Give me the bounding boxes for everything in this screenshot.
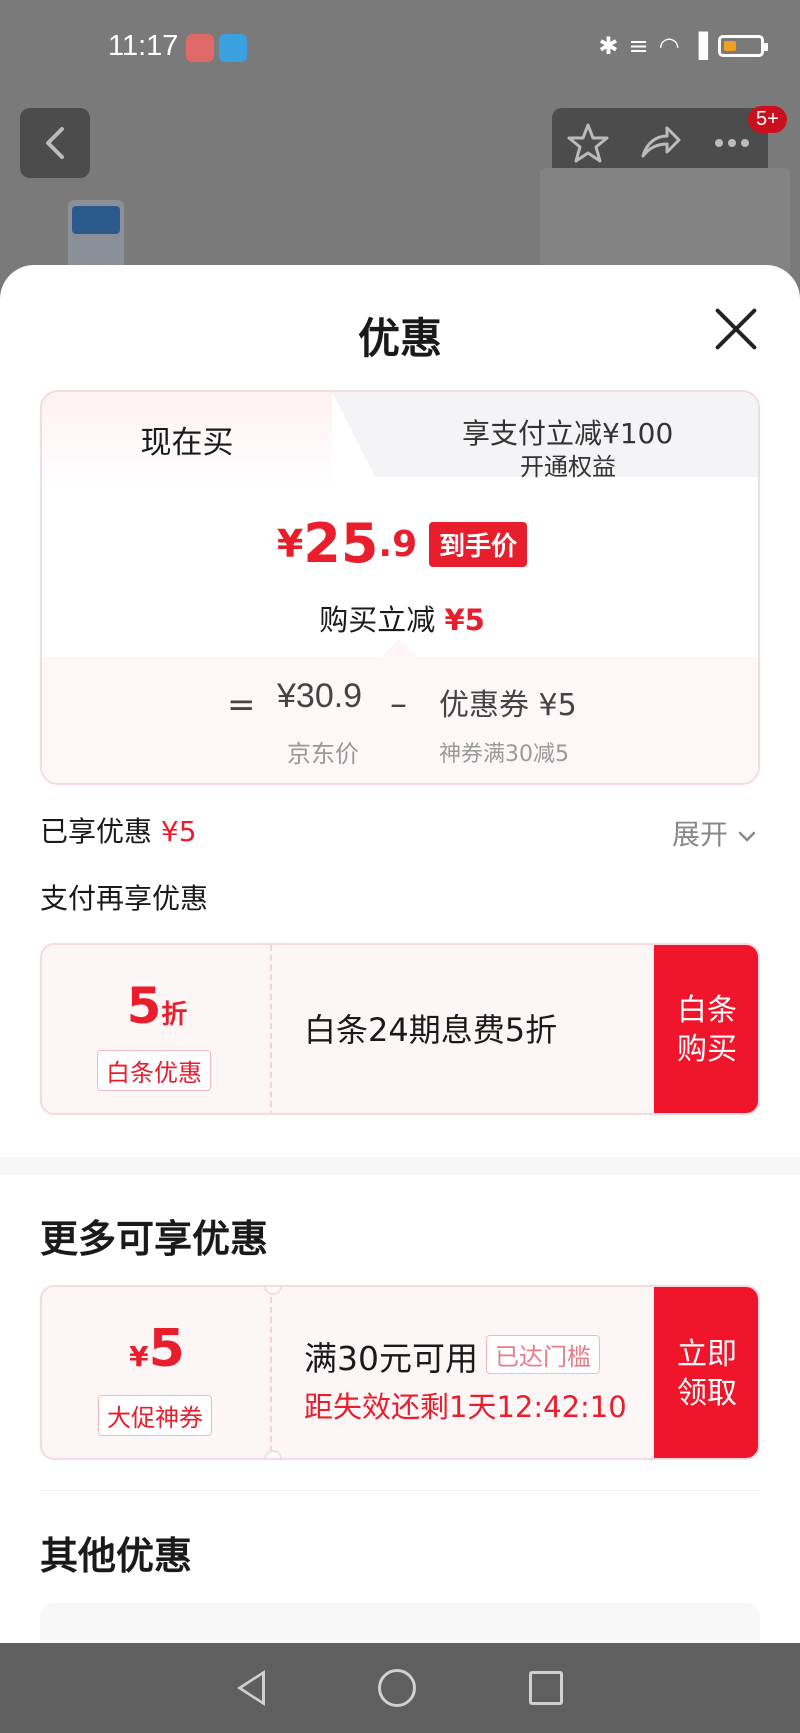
nav-back-icon[interactable]: [236, 1670, 265, 1706]
signal-icon: ▐: [689, 32, 708, 60]
nav-recent-icon[interactable]: [529, 1671, 564, 1705]
expand-label: 展开: [672, 818, 729, 851]
app-notification-icon: [186, 34, 214, 62]
threshold-met-badge: 已达门槛: [486, 1335, 600, 1374]
coupon-amount: ¥5: [42, 1319, 272, 1379]
baitiao-promo-card: 5折 白条优惠 白条24期息费5折 白条 购买: [40, 943, 760, 1115]
notification-badge: 5+: [748, 106, 787, 133]
equals-sign: =: [227, 685, 256, 725]
coupon-card: ¥5 大促神券 满30元可用 已达门槛 距失效还剩1天12:42:10 立即 领…: [40, 1285, 760, 1460]
price-decimal: .9: [378, 523, 418, 565]
coupon-description: 神券满30减5: [439, 742, 569, 767]
coupon-condition: 满30元可用: [304, 1339, 478, 1378]
promo-discount-unit: 折: [161, 1000, 188, 1030]
price-currency: ¥: [276, 522, 304, 566]
coupon-value: 5: [148, 1319, 185, 1379]
buy-discount: 购买立减 ¥5: [42, 597, 758, 639]
promo-discount-number: 5: [126, 977, 162, 1035]
back-button[interactable]: [20, 108, 90, 178]
tab-pay-subtitle: 开通权益: [520, 453, 616, 481]
nav-home-icon[interactable]: [377, 1669, 416, 1707]
claim-line1: 立即: [677, 1336, 737, 1372]
baitiao-buy-line1: 白条: [677, 993, 737, 1028]
vibrate-icon: ≡: [628, 32, 649, 60]
coupon-currency: ¥: [129, 1340, 149, 1373]
buy-discount-amount: ¥5: [444, 603, 485, 637]
jd-price: ¥30.9: [277, 677, 363, 715]
status-bar: 11:17 ✱ ≡ ◠ ▐: [0, 0, 800, 100]
claim-coupon-button[interactable]: 立即 领取: [654, 1287, 758, 1458]
promo-discount: 5折: [42, 977, 272, 1035]
close-icon[interactable]: [712, 305, 760, 353]
final-price-tag: 到手价: [429, 521, 528, 567]
discount-sheet: 优惠 现在买 享支付立减¥100 开通权益 ¥ 25 .9 到手价 购买立减 ¥…: [0, 265, 800, 1643]
product-thumbnail: [540, 168, 790, 278]
divider: [40, 1490, 760, 1491]
tab-pay-title: 享支付立减¥100: [462, 417, 674, 450]
section-divider: [0, 1157, 800, 1175]
enjoyed-discount: 已享优惠 ¥5: [40, 810, 197, 850]
enjoyed-label: 已享优惠: [40, 815, 153, 848]
price-integer: 25: [303, 512, 379, 575]
jd-price-label: 京东价: [287, 740, 359, 768]
chevron-down-icon: [738, 831, 756, 842]
coupon-notch-bottom: [264, 1450, 282, 1458]
final-price: ¥ 25 .9 到手价: [42, 512, 758, 575]
sheet-title: 优惠: [357, 314, 442, 363]
price-card: 现在买 享支付立减¥100 开通权益 ¥ 25 .9 到手价 购买立减 ¥5 =…: [40, 390, 760, 785]
search-app-icon: [219, 34, 247, 62]
minus-sign: –: [390, 684, 407, 724]
bluetooth-icon: ✱: [598, 32, 619, 60]
wifi-icon: ◠: [658, 32, 680, 60]
promo-text: 白条24期息费5折: [304, 1011, 558, 1049]
chevron-left-icon: [46, 127, 64, 159]
enjoyed-amount: ¥5: [160, 815, 197, 848]
other-offer-card[interactable]: [40, 1603, 760, 1643]
coupon-countdown: 距失效还剩1天12:42:10: [304, 1390, 627, 1424]
coupon-tag: 大促神券: [98, 1395, 212, 1436]
battery-icon: [718, 35, 768, 57]
status-icons: ✱ ≡ ◠ ▐: [598, 32, 768, 60]
claim-line2: 领取: [677, 1375, 737, 1411]
star-icon[interactable]: [567, 122, 609, 164]
other-offers-heading: 其他优惠: [40, 1534, 193, 1578]
pay-more-label: 支付再享优惠: [40, 882, 209, 915]
tab-buy-now[interactable]: 现在买: [42, 392, 332, 487]
more-icon[interactable]: [711, 122, 753, 164]
promo-tag: 白条优惠: [97, 1050, 211, 1091]
coupon-discount: 优惠券 ¥5: [439, 688, 577, 723]
baitiao-buy-button[interactable]: 白条 购买: [654, 945, 758, 1113]
more-offers-heading: 更多可享优惠: [40, 1217, 269, 1261]
system-nav-bar: [0, 1643, 800, 1733]
status-time: 11:17: [108, 30, 179, 62]
baitiao-buy-line2: 购买: [677, 1032, 737, 1067]
buy-discount-label: 购买立减: [319, 603, 436, 637]
share-icon[interactable]: [639, 122, 681, 164]
expand-button[interactable]: 展开: [672, 813, 757, 853]
